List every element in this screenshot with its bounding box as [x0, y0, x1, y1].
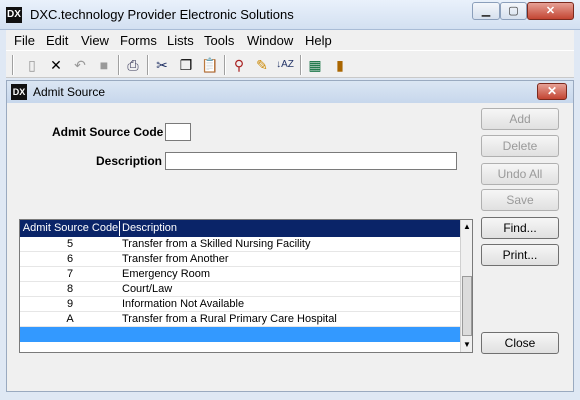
- calculator-icon[interactable]: ▦: [305, 55, 325, 75]
- row-code: 5: [66, 238, 74, 250]
- table-row[interactable]: 6 Transfer from Another: [20, 252, 460, 267]
- row-description: Transfer from a Skilled Nursing Facility: [122, 238, 311, 250]
- magic-wand-icon[interactable]: ✎: [252, 55, 272, 75]
- close-child-button[interactable]: ✕: [537, 83, 567, 100]
- grid-header: Admit Source Code Description: [20, 220, 460, 237]
- maximize-button[interactable]: ▢: [500, 2, 527, 20]
- delete-x-icon[interactable]: ✕: [46, 55, 66, 75]
- child-window-title: Admit Source: [33, 85, 106, 99]
- toolbar-separator: [12, 55, 14, 75]
- save-disk-icon[interactable]: ■: [94, 55, 114, 75]
- child-title-bar: DX Admit Source ✕: [7, 81, 573, 103]
- scroll-up-arrow-icon[interactable]: ▲: [461, 222, 473, 232]
- row-description: Transfer from Another: [122, 253, 229, 265]
- find-button[interactable]: Find...: [481, 217, 559, 239]
- toolbar-separator: [147, 55, 149, 75]
- admit-source-window: DX Admit Source ✕ Admit Source Code Desc…: [6, 80, 574, 392]
- admit-source-grid[interactable]: Admit Source Code Description 5 Transfer…: [19, 219, 473, 353]
- window-title: DXC.technology Provider Electronic Solut…: [30, 7, 294, 22]
- description-label: Description: [96, 154, 163, 168]
- row-code: A: [66, 313, 74, 325]
- cut-icon[interactable]: ✂: [152, 55, 172, 75]
- menu-help[interactable]: Help: [305, 33, 332, 48]
- undo-icon[interactable]: ↶: [70, 55, 90, 75]
- admit-source-code-label: Admit Source Code: [52, 125, 164, 139]
- toolbar-separator: [224, 55, 226, 75]
- admit-source-code-input[interactable]: [165, 123, 191, 141]
- menu-forms[interactable]: Forms: [120, 33, 157, 48]
- new-document-icon[interactable]: ▯: [22, 55, 42, 75]
- close-window-button[interactable]: ✕: [527, 2, 574, 20]
- table-row[interactable]: A Transfer from a Rural Primary Care Hos…: [20, 312, 460, 327]
- toolbar: ▯ ✕ ↶ ■ ⎙ ✂ ❐ 📋 ⚲ ✎ ↓AZ ▦ ▮: [6, 50, 574, 78]
- save-button[interactable]: Save: [481, 189, 559, 211]
- scroll-thumb[interactable]: [462, 276, 472, 336]
- menu-lists[interactable]: Lists: [167, 33, 194, 48]
- print-button[interactable]: Print...: [481, 244, 559, 266]
- scroll-down-arrow-icon[interactable]: ▼: [461, 340, 473, 350]
- dxc-logo-icon: DX: [11, 84, 27, 100]
- row-description: Information Not Available: [122, 298, 245, 310]
- row-code: 9: [66, 298, 74, 310]
- menu-edit[interactable]: Edit: [46, 33, 68, 48]
- find-records-icon[interactable]: ⚲: [229, 55, 249, 75]
- sort-az-icon[interactable]: ↓AZ: [275, 55, 295, 75]
- row-description: Court/Law: [122, 283, 173, 295]
- table-row[interactable]: 9 Information Not Available: [20, 297, 460, 312]
- menu-file[interactable]: File: [14, 33, 35, 48]
- minimize-button[interactable]: ▁: [472, 2, 500, 20]
- close-button[interactable]: Close: [481, 332, 559, 354]
- toolbar-separator: [118, 55, 120, 75]
- title-bar: DX DXC.technology Provider Electronic So…: [0, 0, 580, 30]
- table-row[interactable]: 7 Emergency Room: [20, 267, 460, 282]
- menu-view[interactable]: View: [81, 33, 109, 48]
- selected-empty-row[interactable]: [20, 327, 460, 342]
- row-description: Transfer from a Rural Primary Care Hospi…: [122, 313, 337, 325]
- vertical-scrollbar[interactable]: ▲ ▼: [460, 220, 472, 352]
- row-code: 6: [66, 253, 74, 265]
- dxc-logo-icon: DX: [6, 7, 22, 23]
- table-row[interactable]: 8 Court/Law: [20, 282, 460, 297]
- menu-bar: File Edit View Forms Lists Tools Window …: [6, 30, 574, 50]
- add-button[interactable]: Add: [481, 108, 559, 130]
- toolbar-separator: [300, 55, 302, 75]
- paste-icon[interactable]: 📋: [200, 55, 220, 75]
- column-header-description[interactable]: Description: [122, 221, 458, 236]
- menu-window[interactable]: Window: [247, 33, 293, 48]
- row-code: 8: [66, 283, 74, 295]
- row-code: 7: [66, 268, 74, 280]
- exit-door-icon[interactable]: ▮: [330, 55, 350, 75]
- table-row[interactable]: 5 Transfer from a Skilled Nursing Facili…: [20, 237, 460, 252]
- column-header-code[interactable]: Admit Source Code: [22, 221, 120, 236]
- description-input[interactable]: [165, 152, 457, 170]
- copy-icon[interactable]: ❐: [176, 55, 196, 75]
- delete-button[interactable]: Delete: [481, 135, 559, 157]
- menu-tools[interactable]: Tools: [204, 33, 234, 48]
- undo-all-button[interactable]: Undo All: [481, 163, 559, 185]
- print-icon[interactable]: ⎙: [123, 55, 143, 75]
- row-description: Emergency Room: [122, 268, 211, 280]
